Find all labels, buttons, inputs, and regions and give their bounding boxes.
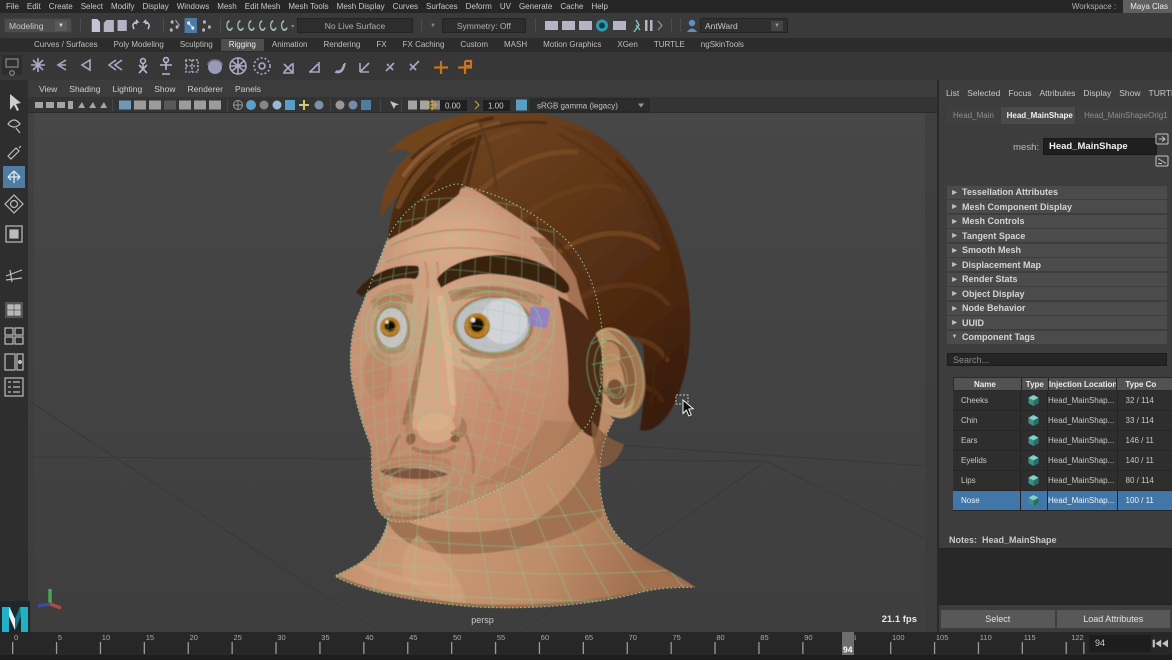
svg-text:122: 122 <box>1071 633 1084 642</box>
svg-text:45: 45 <box>409 633 417 642</box>
svg-text:30: 30 <box>277 633 285 642</box>
svg-text:50: 50 <box>453 633 461 642</box>
svg-text:25: 25 <box>234 633 242 642</box>
svg-text:5: 5 <box>58 633 62 642</box>
svg-text:65: 65 <box>585 633 593 642</box>
svg-text:100: 100 <box>892 633 905 642</box>
svg-text:70: 70 <box>629 633 637 642</box>
svg-text:90: 90 <box>804 633 812 642</box>
svg-text:115: 115 <box>1024 633 1036 642</box>
svg-text:20: 20 <box>190 633 198 642</box>
svg-text:sRGB gamma (legacy): sRGB gamma (legacy) <box>537 102 618 111</box>
svg-text:80: 80 <box>716 633 724 642</box>
svg-text:85: 85 <box>760 633 768 642</box>
svg-text:105: 105 <box>936 633 949 642</box>
svg-text:40: 40 <box>365 633 373 642</box>
svg-text:75: 75 <box>673 633 681 642</box>
svg-text:15: 15 <box>146 633 154 642</box>
svg-text:94: 94 <box>843 645 853 655</box>
svg-text:110: 110 <box>980 633 992 642</box>
svg-text:0: 0 <box>14 633 18 642</box>
svg-text:1.00: 1.00 <box>488 102 504 111</box>
svg-text:60: 60 <box>541 633 549 642</box>
svg-text:10: 10 <box>102 633 110 642</box>
svg-text:55: 55 <box>497 633 505 642</box>
svg-text:0.00: 0.00 <box>445 102 461 111</box>
svg-text:35: 35 <box>321 633 329 642</box>
